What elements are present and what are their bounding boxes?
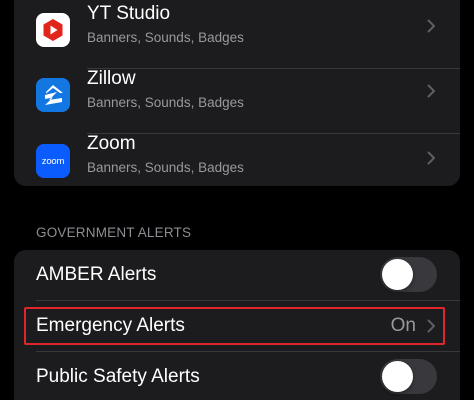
emergency-alerts-label: Emergency Alerts — [36, 315, 185, 336]
emergency-alerts-value: On — [390, 315, 416, 336]
public-safety-alerts-label: Public Safety Alerts — [36, 366, 200, 387]
yt-studio-icon — [36, 13, 70, 47]
toggle-knob — [382, 259, 413, 290]
chevron-right-icon — [427, 19, 435, 33]
public-safety-alerts-row: Public Safety Alerts — [14, 352, 460, 400]
app-row-zoom[interactable]: zoom Zoom Banners, Sounds, Badges — [14, 133, 460, 186]
amber-alerts-label: AMBER Alerts — [36, 264, 157, 285]
chevron-right-icon — [427, 151, 435, 165]
app-name: Zillow — [87, 68, 136, 89]
amber-alerts-row: AMBER Alerts — [14, 250, 460, 301]
government-alerts-list: AMBER Alerts Emergency Alerts On Public … — [14, 250, 460, 400]
zoom-icon: zoom — [36, 144, 70, 178]
zillow-icon — [36, 78, 70, 112]
chevron-right-icon — [427, 84, 435, 98]
app-notification-summary: Banners, Sounds, Badges — [87, 30, 244, 45]
government-alerts-header: GOVERNMENT ALERTS — [36, 225, 192, 240]
amber-alerts-toggle[interactable] — [380, 257, 437, 292]
public-safety-alerts-toggle[interactable] — [380, 359, 437, 394]
app-notification-summary: Banners, Sounds, Badges — [87, 95, 244, 110]
app-notification-summary: Banners, Sounds, Badges — [87, 160, 244, 175]
chevron-right-icon — [427, 319, 435, 333]
app-notifications-list: YT Studio Banners, Sounds, Badges Zillow… — [14, 0, 460, 186]
app-row-yt-studio[interactable]: YT Studio Banners, Sounds, Badges — [14, 3, 460, 69]
app-name: Zoom — [87, 133, 136, 154]
emergency-alerts-row[interactable]: Emergency Alerts On — [14, 301, 460, 352]
notifications-settings-screen: YT Studio Banners, Sounds, Badges Zillow… — [0, 0, 474, 400]
app-row-zillow[interactable]: Zillow Banners, Sounds, Badges — [14, 68, 460, 134]
toggle-knob — [382, 361, 413, 392]
app-name: YT Studio — [87, 3, 171, 24]
